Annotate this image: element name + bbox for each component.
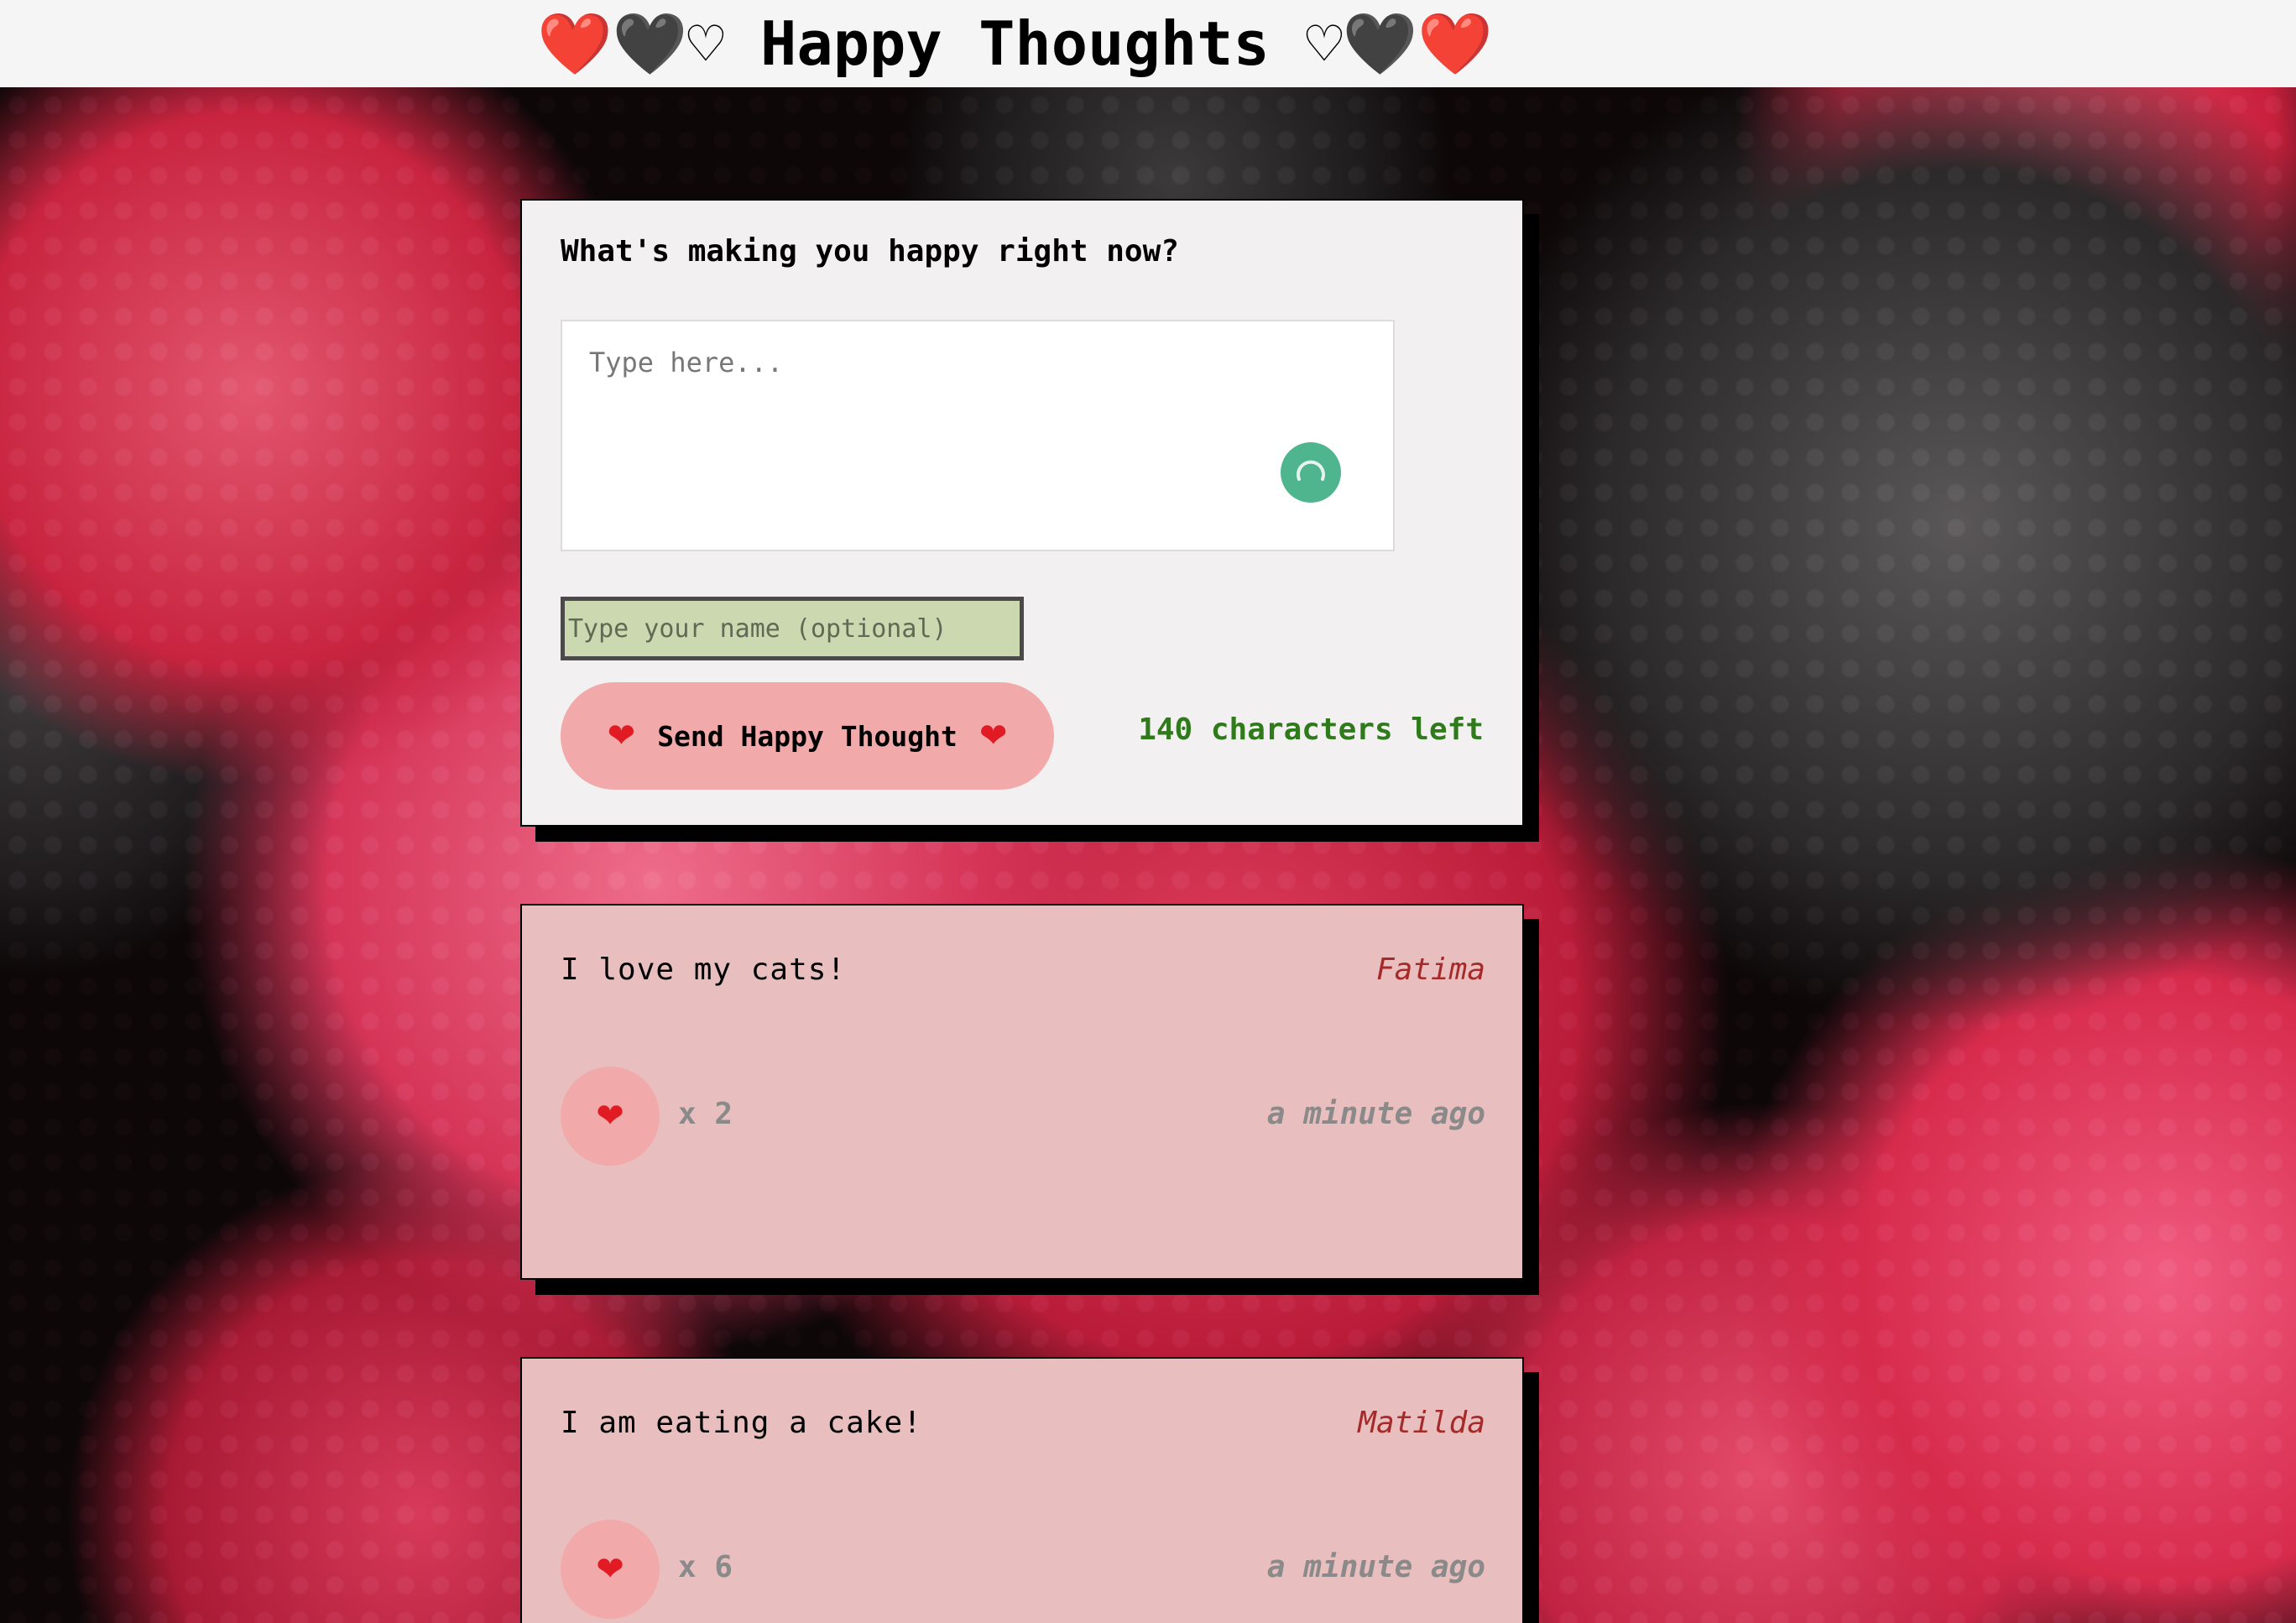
thought-form: What's making you happy right now? ❤ Sen… [520,199,1524,827]
characters-left-counter: 140 characters left [1138,712,1484,747]
send-thought-button[interactable]: ❤ Send Happy Thought ❤ [561,682,1054,790]
name-input[interactable] [561,597,1024,660]
thought-card: I love my cats! Fatima ❤ x 2 a minute ag… [520,904,1524,1280]
like-count: x 6 [678,1550,733,1584]
thought-card: I am eating a cake! Matilda ❤ x 6 a minu… [520,1357,1524,1623]
thought-timestamp: a minute ago [1266,1097,1485,1131]
thought-message: I love my cats! [561,952,847,987]
heart-icon: ❤ [978,717,1008,755]
heart-icon: ❤ [596,1097,624,1135]
thought-author: Fatima [1375,952,1485,987]
page-header: ❤️🖤♡ Happy Thoughts ♡🖤❤️ [0,0,2296,87]
page-title: ❤️🖤♡ Happy Thoughts ♡🖤❤️ [537,8,1493,79]
heart-icon: ❤ [596,1550,624,1589]
send-button-label: Send Happy Thought [657,719,958,753]
heart-icon: ❤ [607,717,636,755]
like-button[interactable]: ❤ [561,1520,660,1619]
form-question: What's making you happy right now? [561,234,1179,269]
thought-textarea[interactable] [561,320,1395,551]
thought-author: Matilda [1358,1406,1485,1440]
like-button[interactable]: ❤ [561,1067,660,1166]
loading-spinner-icon[interactable] [1281,442,1341,503]
thought-timestamp: a minute ago [1266,1550,1485,1584]
like-count: x 2 [678,1097,733,1131]
thought-message: I am eating a cake! [561,1406,922,1440]
